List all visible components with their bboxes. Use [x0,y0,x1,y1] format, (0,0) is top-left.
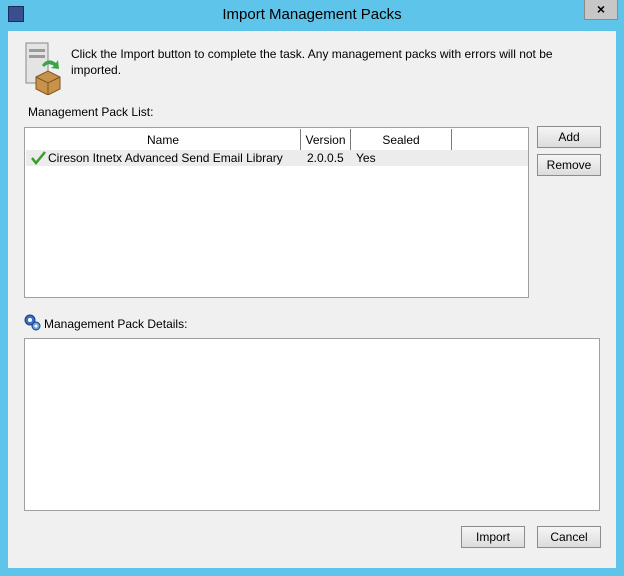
checkmark-icon [31,151,46,165]
import-management-packs-window: Import Management Packs × Click the Impo… [0,0,624,576]
instructions-text: Click the Import button to complete the … [71,47,553,77]
list-row[interactable]: Cireson Itnetx Advanced Send Email Libra… [26,150,528,166]
close-button[interactable]: × [584,0,618,20]
list-header: Name Version Sealed [26,129,528,151]
column-header-name[interactable]: Name [26,129,301,150]
management-pack-details-box[interactable] [24,338,600,511]
column-header-sealed[interactable]: Sealed [351,129,452,150]
server-package-icon [25,42,61,95]
import-button[interactable]: Import [461,526,525,548]
window-title: Import Management Packs [222,6,402,23]
remove-button[interactable]: Remove [537,154,601,176]
management-pack-details-label: Management Pack Details: [44,317,188,331]
row-version: 2.0.0.5 [307,151,344,165]
title-bar[interactable]: Import Management Packs × [0,0,624,30]
management-pack-list[interactable]: Name Version Sealed Cireson Itnetx Advan… [24,127,529,298]
dialog-client-area: Click the Import button to complete the … [8,31,616,568]
add-button[interactable]: Add [537,126,601,148]
column-header-version[interactable]: Version [301,129,351,150]
cancel-button[interactable]: Cancel [537,526,601,548]
details-gears-icon [24,314,41,331]
row-sealed: Yes [356,151,376,165]
column-header-empty[interactable] [452,129,529,150]
management-pack-list-label: Management Pack List: [28,105,154,119]
row-name: Cireson Itnetx Advanced Send Email Libra… [48,151,283,165]
